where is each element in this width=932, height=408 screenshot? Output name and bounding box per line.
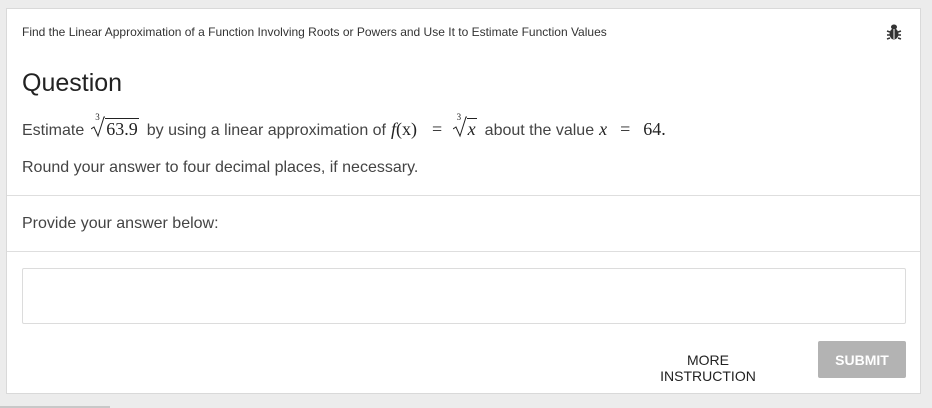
divider [7, 251, 920, 252]
answer-prompt: Provide your answer below: [22, 215, 219, 232]
submit-button[interactable]: SUBMIT [818, 341, 906, 378]
question-text: Estimate 3 63.9 by using a linear approx… [22, 112, 666, 140]
mid-text: by using a linear approximation of [146, 122, 386, 139]
more-instruction-button[interactable]: MORE INSTRUCTION [633, 351, 783, 384]
value-number: 64 [643, 119, 662, 139]
value-equals: = [620, 119, 631, 139]
cube-root-x-expression: 3 x [452, 112, 477, 140]
radical-sign-icon [452, 116, 467, 138]
about-text: about the value [484, 122, 595, 139]
bug-icon[interactable] [886, 23, 902, 41]
cube-root-expression: 3 63.9 [91, 112, 139, 140]
value-variable: x [599, 119, 608, 139]
question-heading: Question [22, 69, 123, 97]
root-variable: x [466, 118, 477, 139]
root-value: 63.9 [105, 118, 139, 139]
rounding-instruction: Round your answer to four decimal places… [22, 159, 419, 176]
func-arg: (x) [396, 119, 418, 139]
footer-fragment [0, 406, 110, 408]
estimate-word: Estimate [22, 122, 85, 139]
value-expression: x = 64. [599, 119, 666, 140]
question-card: Find the Linear Approximation of a Funct… [6, 8, 921, 394]
equals-sign: = [432, 119, 443, 139]
radical-sign-icon [91, 116, 106, 138]
answer-input[interactable] [22, 268, 906, 324]
problem-title: Find the Linear Approximation of a Funct… [22, 25, 607, 39]
divider [7, 195, 920, 196]
function-expression: f(x) = [391, 119, 451, 140]
period: . [661, 119, 666, 139]
